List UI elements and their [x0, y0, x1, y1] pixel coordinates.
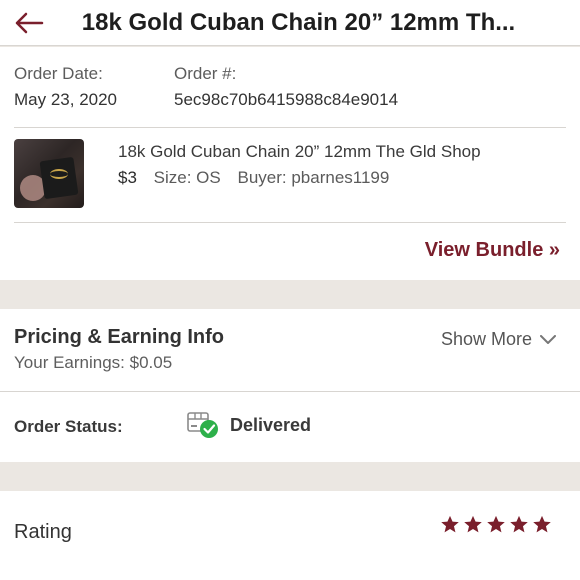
earnings-value: Your Earnings: $0.05 [14, 353, 173, 372]
item-price: $3 [118, 168, 137, 187]
item-details: $3 Size: OS Buyer: pbarnes1199 [118, 165, 481, 191]
arrow-left-icon [15, 12, 44, 33]
divider [0, 391, 580, 392]
star-icon [487, 515, 505, 533]
item-buyer: Buyer: pbarnes1199 [237, 168, 390, 187]
star-icon [441, 515, 459, 533]
rating-stars [437, 515, 552, 534]
pricing-card: Pricing & Earning Info Your Earnings: $0… [0, 309, 580, 462]
order-date: Order Date: May 23, 2020 [14, 61, 174, 113]
package-delivered-icon [187, 412, 218, 438]
order-date-value: May 23, 2020 [14, 90, 118, 109]
item-size: Size: OS [153, 168, 221, 187]
divider [14, 222, 566, 223]
order-item[interactable]: 18k Gold Cuban Chain 20” 12mm The Gld Sh… [14, 139, 481, 208]
back-button[interactable] [0, 0, 58, 46]
divider [14, 127, 566, 128]
order-meta: Order Date: May 23, 2020 Order #: 5ec98c… [14, 61, 398, 113]
order-date-label: Order Date: [14, 64, 103, 83]
item-title[interactable]: 18k Gold Cuban Chain 20” 12mm The Gld Sh… [118, 139, 481, 165]
show-more-label: Show More [440, 329, 532, 349]
order-number-label: Order #: [174, 64, 237, 83]
page-title: 18k Gold Cuban Chain 20” 12mm Th... [81, 8, 516, 36]
show-more-button[interactable]: Show More [441, 329, 556, 350]
top-bar: 18k Gold Cuban Chain 20” 12mm Th... [0, 0, 580, 46]
star-icon [533, 515, 551, 533]
view-bundle-link[interactable]: View Bundle » [425, 239, 560, 262]
order-status-value: Delivered [230, 415, 312, 435]
order-status-label: Order Status: [14, 417, 123, 436]
pricing-title: Pricing & Earning Info [14, 326, 225, 348]
thumbnail-logo [50, 169, 68, 179]
star-icon [510, 515, 528, 533]
star-icon [464, 515, 482, 533]
chevron-down-icon [540, 334, 556, 344]
item-info: 18k Gold Cuban Chain 20” 12mm The Gld Sh… [118, 139, 481, 208]
order-card: Order Date: May 23, 2020 Order #: 5ec98c… [0, 47, 580, 280]
order-number: Order #: 5ec98c70b6415988c84e9014 [174, 61, 398, 113]
rating-label: Rating [14, 521, 72, 543]
item-thumbnail[interactable] [14, 139, 84, 208]
rating-card: Rating [0, 491, 580, 580]
order-number-value: 5ec98c70b6415988c84e9014 [174, 90, 399, 109]
